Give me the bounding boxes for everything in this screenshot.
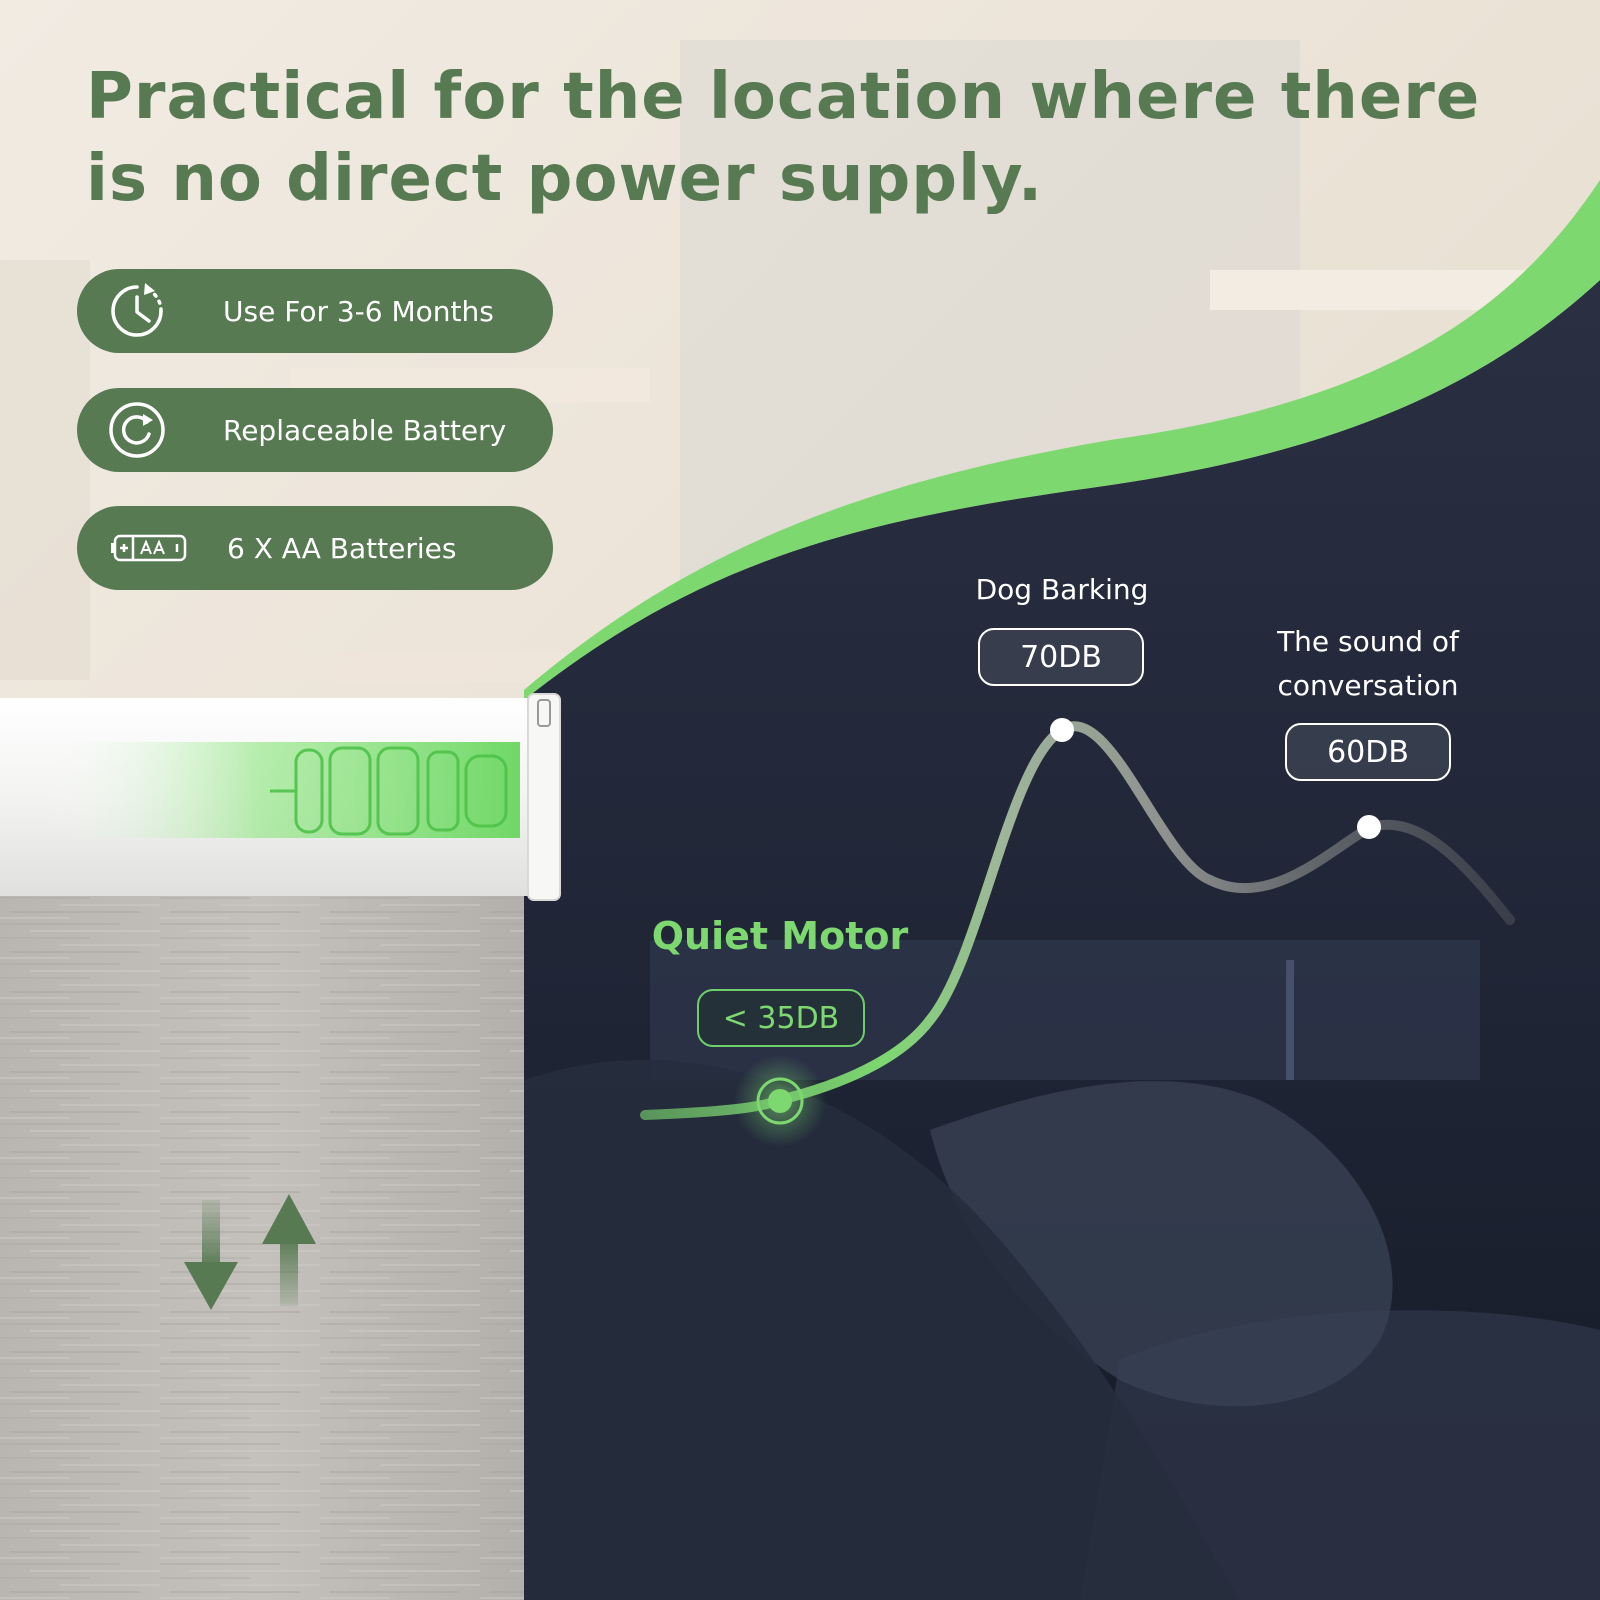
page-title: Practical for the location where there i… [86, 60, 1481, 216]
conversation-point [1357, 815, 1381, 839]
feature-pill-duration: Use For 3-6 Months [77, 269, 553, 353]
feature-label: 6 X AA Batteries [227, 531, 457, 565]
quiet-motor-title: Quiet Motor [651, 914, 909, 958]
dog-barking-label: Dog Barking [975, 573, 1149, 606]
roller-shade-texture [0, 870, 524, 1600]
dog-barking-badge: 70DB [978, 628, 1144, 686]
conversation-label-line1: The sound of [1277, 625, 1459, 658]
refresh-circle-icon [107, 395, 199, 465]
dog-point [1050, 718, 1074, 742]
conversation-label-line2: conversation [1277, 669, 1459, 702]
aa-battery-icon [111, 513, 203, 583]
background-scene [0, 0, 1600, 1600]
headrail-end-cap [527, 693, 561, 901]
cabinet-left [0, 260, 90, 680]
feature-label: Use For 3-6 Months [223, 294, 494, 328]
conversation-badge: 60DB [1285, 723, 1451, 781]
motor-point [768, 1089, 792, 1113]
feature-pill-aa: 6 X AA Batteries [77, 506, 553, 590]
product-banner: Practical for the location where there i… [0, 0, 1600, 1600]
timer-clock-icon [107, 276, 199, 346]
feature-pill-battery: Replaceable Battery [77, 388, 553, 472]
quiet-motor-badge: < 35DB [697, 989, 865, 1047]
feature-label: Replaceable Battery [223, 413, 507, 447]
